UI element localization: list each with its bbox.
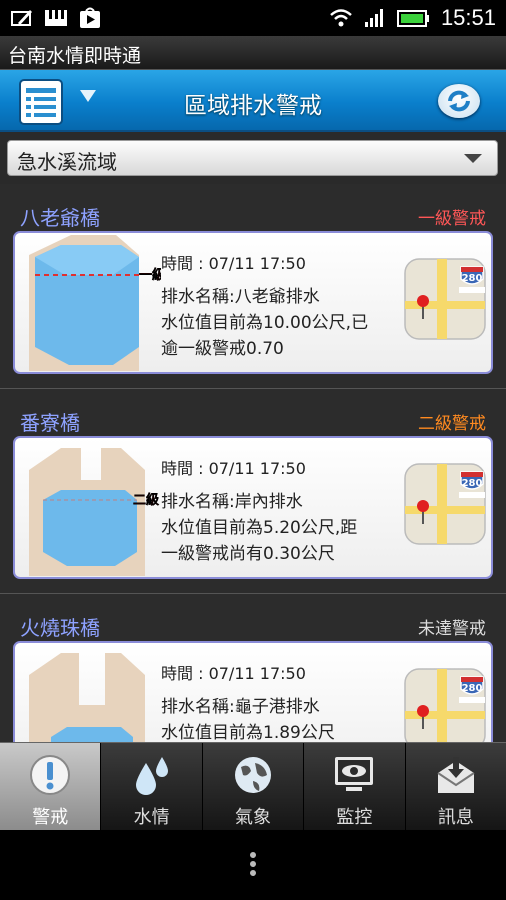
play-store-icon xyxy=(80,7,100,28)
header: 區域排水警戒 xyxy=(0,70,506,132)
level-description-cont: 一級警戒尚有0.30公尺 xyxy=(161,544,335,564)
edit-icon xyxy=(11,10,32,26)
piano-icon xyxy=(45,10,67,26)
status-bar: 15:51 xyxy=(0,0,506,36)
station-name[interactable]: 八老爺橋 xyxy=(20,202,100,231)
overflow-menu-icon[interactable] xyxy=(248,850,258,882)
update-time: 時間 : 07/11 17:50 xyxy=(161,664,306,683)
gauge-mark: 二級 xyxy=(133,492,159,508)
refresh-icon xyxy=(448,90,470,112)
drain-name: 排水名稱:八老爺排水 xyxy=(161,287,320,307)
station-section: 八老爺橋 一級警戒 一級 時間 : 07/11 17:50 排水名稱:八老爺排水… xyxy=(0,184,506,389)
monitor-eye-icon xyxy=(335,757,374,791)
drain-name: 排水名稱:岸內排水 xyxy=(161,492,303,512)
chevron-down-icon xyxy=(464,154,482,163)
warning-level: 未達警戒 xyxy=(418,619,486,639)
clock: 15:51 xyxy=(440,5,496,30)
update-time: 時間 : 07/11 17:50 xyxy=(161,459,306,478)
bottom-tab-bar: 警戒 水情 氣象 監控 訊息 xyxy=(0,742,506,830)
system-nav-bar xyxy=(0,830,506,900)
gauge-mark: 一級 xyxy=(139,267,161,283)
level-description-cont: 逾一級警戒0.70 xyxy=(161,339,284,359)
tab-label: 警戒 xyxy=(32,807,69,828)
signal-icon xyxy=(364,9,383,27)
globe-icon xyxy=(235,757,272,793)
update-time: 時間 : 07/11 17:50 xyxy=(161,254,306,273)
filter-bar: 急水溪流域 xyxy=(0,132,506,184)
level-description: 水位值目前為5.20公尺,距 xyxy=(161,518,358,538)
map-highway-label: 280 xyxy=(462,478,483,489)
station-info: 時間 : 07/11 17:50 排水名稱:龜子港排水 水位值目前為1.89公尺 xyxy=(161,661,401,742)
tab-monitor[interactable]: 監控 xyxy=(304,743,406,830)
battery-icon xyxy=(396,10,429,27)
water-level-gauge: 一級 xyxy=(29,235,161,371)
water-drops-icon xyxy=(135,757,168,795)
page-title: 區域排水警戒 xyxy=(184,93,322,119)
mail-download-icon xyxy=(437,757,475,793)
level-description: 水位值目前為1.89公尺 xyxy=(161,723,335,742)
station-list: 八老爺橋 一級警戒 一級 時間 : 07/11 17:50 排水名稱:八老爺排水… xyxy=(0,184,506,742)
tab-water[interactable]: 水情 xyxy=(101,743,203,830)
tab-alert[interactable]: 警戒 xyxy=(0,743,102,830)
warning-level: 一級警戒 xyxy=(418,209,486,229)
station-info: 時間 : 07/11 17:50 排水名稱:八老爺排水 水位值目前為10.00公… xyxy=(161,251,401,362)
map-highway-label: 280 xyxy=(462,683,483,694)
map-icon[interactable]: 280 xyxy=(403,462,487,546)
map-highway-label: 280 xyxy=(462,273,483,284)
app-title: 台南水情即時通 xyxy=(0,36,506,70)
level-description: 水位值目前為10.00公尺,已 xyxy=(161,313,369,333)
station-card[interactable]: 一級 時間 : 07/11 17:50 排水名稱:八老爺排水 水位值目前為10.… xyxy=(13,231,493,374)
wifi-icon xyxy=(330,9,352,27)
map-icon[interactable]: 280 xyxy=(403,667,487,742)
station-section: 番寮橋 二級警戒 二級 時間 : 07/11 17:50 排水名稱:岸內排水 水… xyxy=(0,389,506,594)
station-name[interactable]: 火燒珠橋 xyxy=(20,612,100,641)
water-level-gauge: 二級 xyxy=(29,448,159,576)
station-card[interactable]: 二級 時間 : 07/11 17:50 排水名稱:岸內排水 水位值目前為5.20… xyxy=(13,436,493,579)
alert-icon xyxy=(30,755,71,795)
station-info: 時間 : 07/11 17:50 排水名稱:岸內排水 水位值目前為5.20公尺,… xyxy=(161,456,401,567)
basin-select-value: 急水溪流域 xyxy=(17,150,117,174)
map-icon[interactable]: 280 xyxy=(403,257,487,341)
tab-messages[interactable]: 訊息 xyxy=(406,743,506,830)
tab-label: 氣象 xyxy=(235,807,272,828)
tab-label: 水情 xyxy=(133,807,170,828)
tab-label: 監控 xyxy=(336,807,373,828)
water-level-gauge xyxy=(29,653,145,742)
drain-name: 排水名稱:龜子港排水 xyxy=(161,697,320,717)
warning-level: 二級警戒 xyxy=(418,414,486,434)
tab-label: 訊息 xyxy=(437,807,474,828)
station-section: 火燒珠橋 未達警戒 時間 : 07/11 17:50 排水名稱:龜子港排水 水位… xyxy=(0,594,506,742)
basin-select[interactable]: 急水溪流域 xyxy=(7,140,498,176)
refresh-button[interactable] xyxy=(438,84,480,118)
station-card[interactable]: 時間 : 07/11 17:50 排水名稱:龜子港排水 水位值目前為1.89公尺… xyxy=(13,641,493,742)
station-name[interactable]: 番寮橋 xyxy=(20,407,80,436)
tab-weather[interactable]: 氣象 xyxy=(203,743,305,830)
